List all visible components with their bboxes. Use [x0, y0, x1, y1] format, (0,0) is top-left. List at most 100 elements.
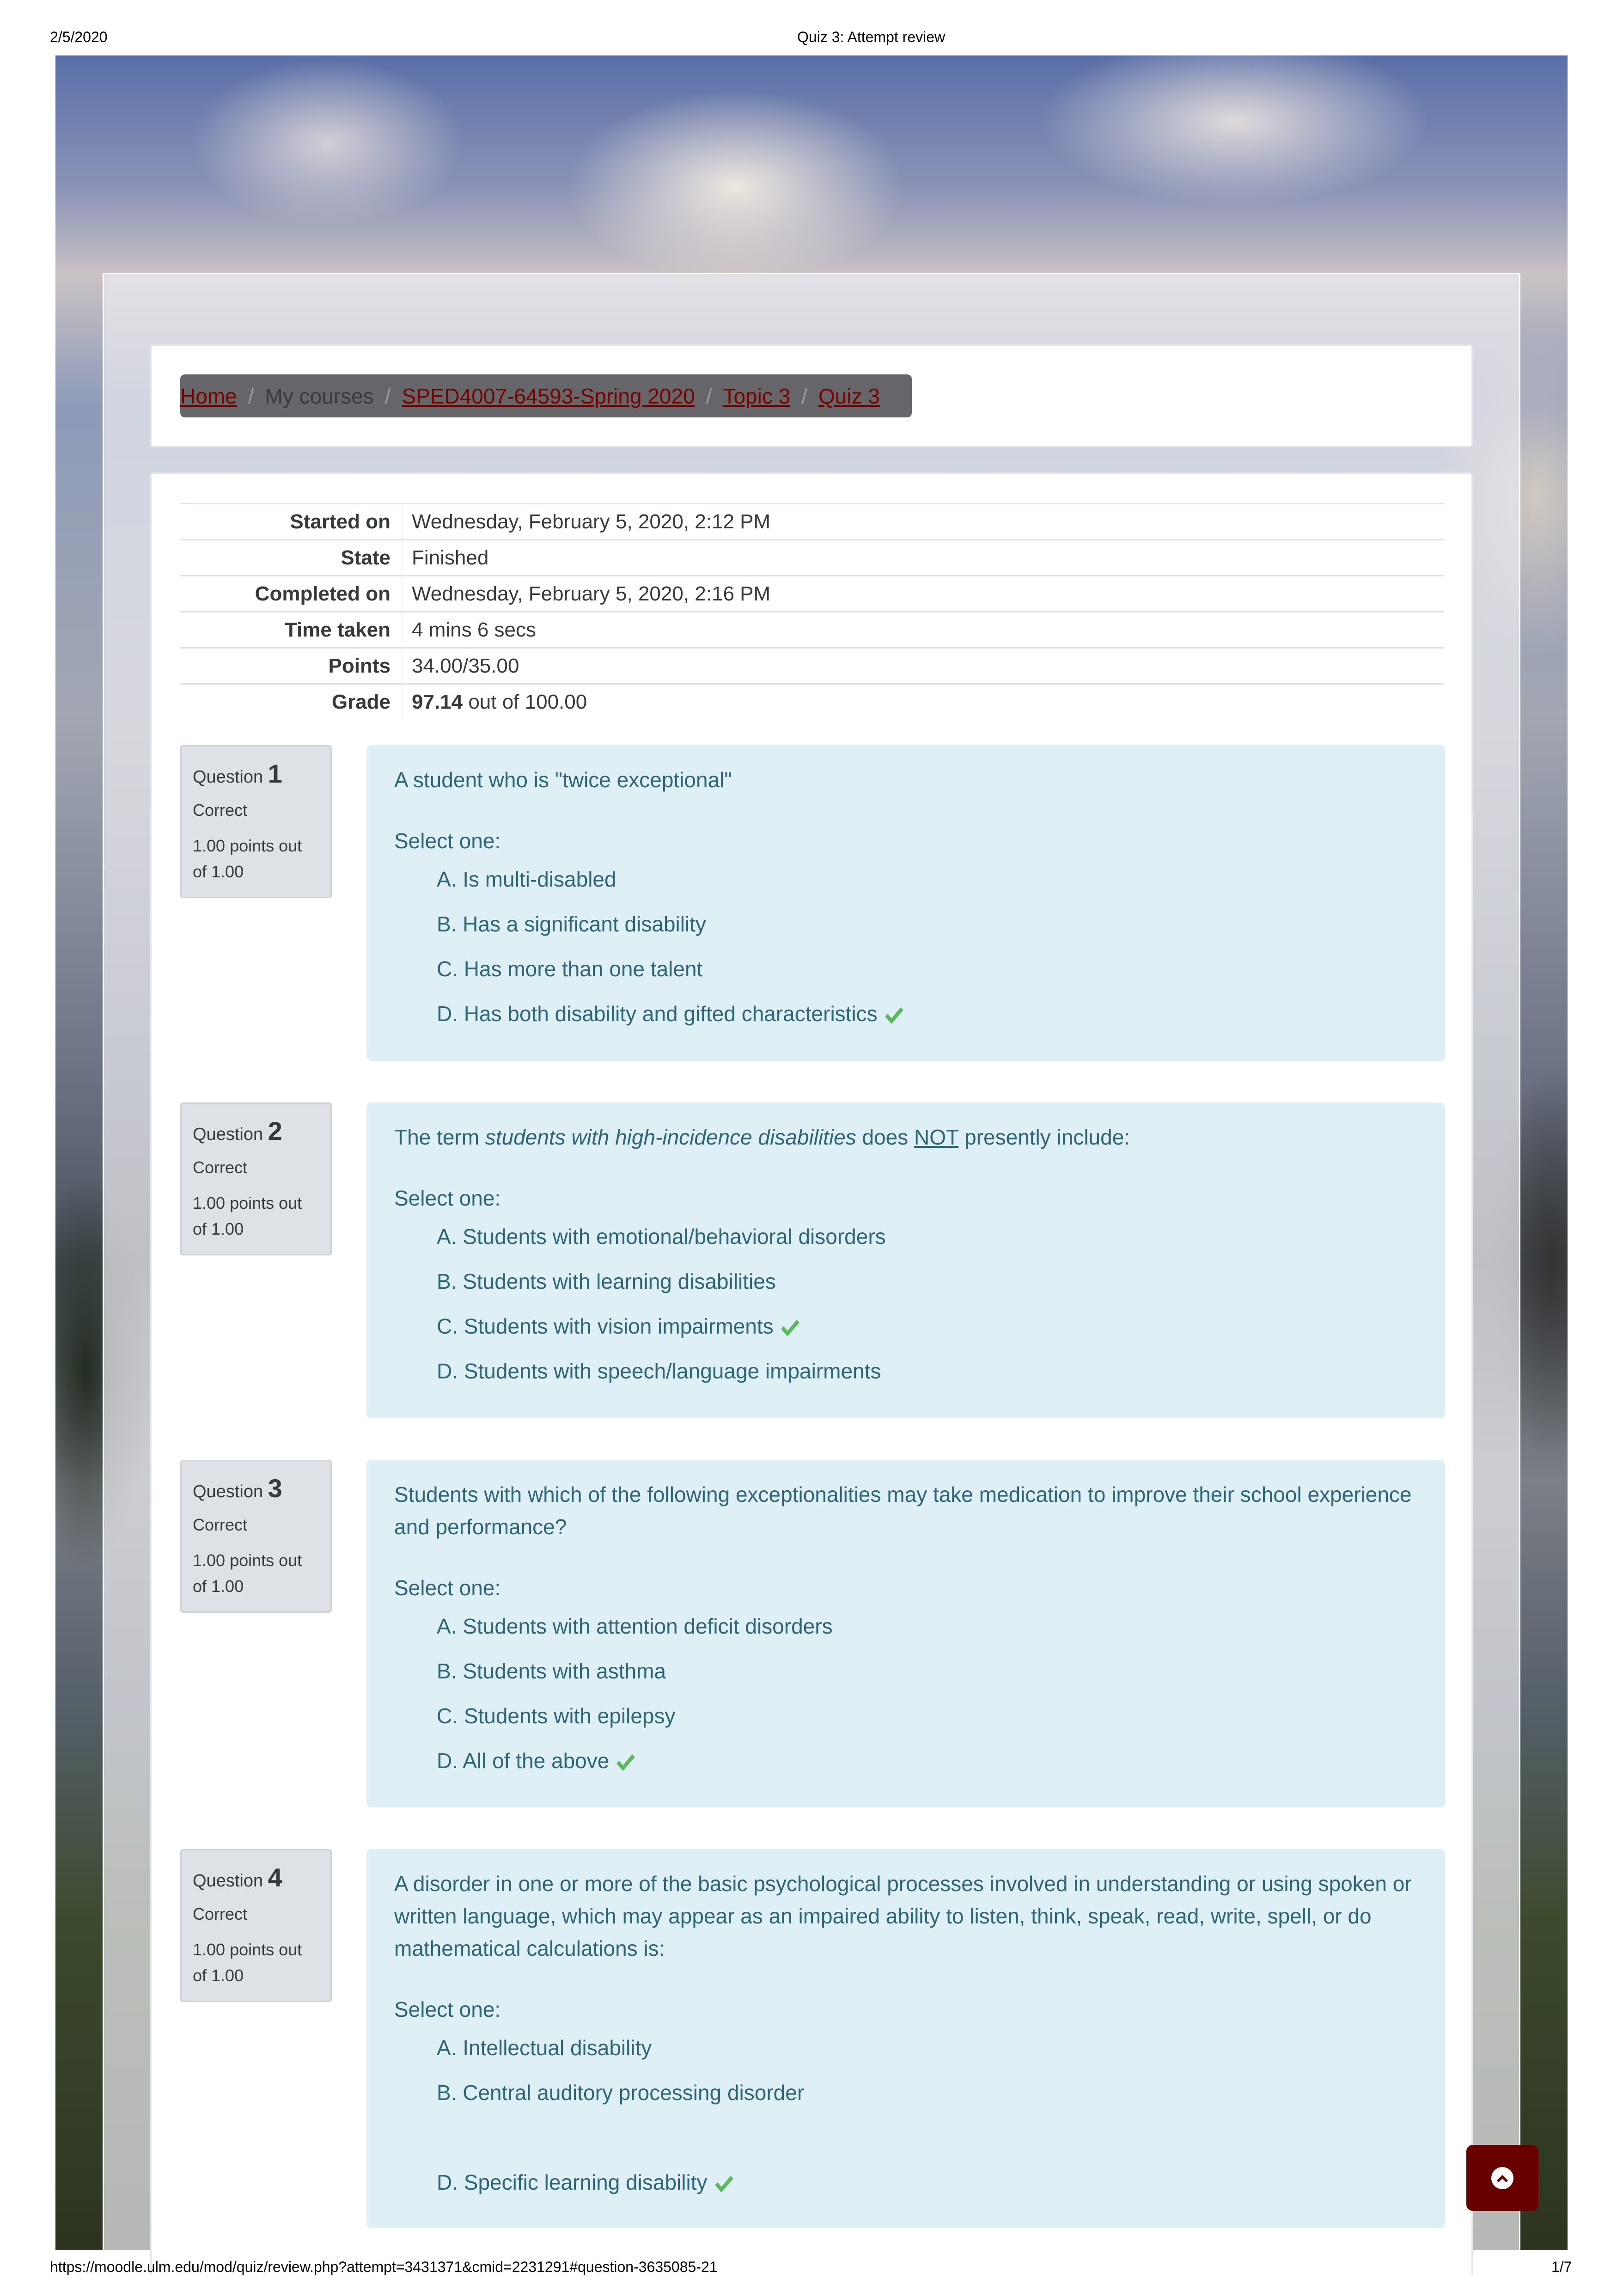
check-icon [781, 1319, 799, 1336]
answer-option: A. Students with emotional/behavioral di… [437, 1214, 1417, 1259]
answer-list: A. Is multi-disabled B. Has a significant… [437, 857, 1417, 1036]
breadcrumb-separator: / [706, 384, 712, 408]
answer-text: A. Students with attention deficit disor… [437, 1614, 833, 1638]
summary-value: Wednesday, February 5, 2020, 2:16 PM [402, 576, 1444, 612]
question-grade: 1.00 points out of 1.00 [193, 836, 302, 881]
answer-option: A. Intellectual disability [437, 2026, 1417, 2070]
question-label: Question [193, 1482, 263, 1501]
print-url: https://moodle.ulm.edu/mod/quiz/review.p… [50, 2259, 718, 2275]
breadcrumb-home[interactable]: Home [180, 384, 237, 409]
answer-text: B. Students with asthma [437, 1659, 666, 1683]
summary-row-time-taken: Time taken 4 mins 6 secs [180, 612, 1444, 648]
question-state: Correct [193, 1158, 248, 1177]
summary-label: Grade [331, 691, 390, 714]
question-number-value: 1 [268, 759, 282, 788]
question-info: Question 1 Correct 1.00 points out of 1.… [180, 745, 332, 898]
question-number-value: 4 [268, 1863, 282, 1892]
breadcrumb-separator: / [801, 384, 807, 408]
answer-text: C. Has more than one talent [437, 957, 703, 981]
answer-option: C. Students with epilepsy [437, 1694, 1417, 1739]
answer-option: D. Students with speech/language impairm… [437, 1349, 1417, 1394]
scroll-to-top-button[interactable] [1466, 2145, 1538, 2211]
summary-row-grade: Grade 97.14 out of 100.00 [180, 684, 1444, 720]
question-number: Question 2 [193, 1116, 319, 1146]
breadcrumb-quiz[interactable]: Quiz 3 [818, 384, 880, 409]
question-info: Question 2 Correct 1.00 points out of 1.… [180, 1102, 332, 1255]
question-state: Correct [193, 1904, 248, 1923]
question-label: Question [193, 767, 263, 787]
summary-label: State [341, 546, 390, 569]
answer-option: A. Is multi-disabled [437, 857, 1417, 902]
answer-option [437, 2115, 1417, 2160]
answer-option: B. Central auditory processing disorder [437, 2070, 1417, 2115]
select-one-prompt: Select one: [394, 829, 501, 853]
question-text: A disorder in one or more of the basic p… [394, 1872, 1412, 1960]
check-icon [714, 2175, 733, 2192]
question-label: Question [193, 1871, 263, 1891]
question-text-part: presently include: [958, 1125, 1130, 1149]
print-page-number: 1/7 [1551, 2259, 1572, 2275]
answer-text: B. Students with learning disabilities [437, 1269, 776, 1293]
print-date: 2/5/2020 [50, 29, 108, 45]
question-grade: 1.00 points out of 1.00 [193, 1194, 302, 1238]
answer-text: A. Students with emotional/behavioral di… [437, 1225, 886, 1249]
answer-option: A. Students with attention deficit disor… [437, 1604, 1417, 1649]
answer-option: B. Students with asthma [437, 1649, 1417, 1694]
summary-label: Started on [290, 510, 390, 533]
summary-value: 97.14 out of 100.00 [402, 684, 1444, 720]
select-one-prompt: Select one: [394, 1576, 501, 1600]
check-icon [885, 1007, 903, 1024]
chevron-circle-up-icon [1491, 2167, 1513, 2189]
answer-text: A. Is multi-disabled [437, 867, 616, 891]
question-content: Students with which of the following exc… [366, 1460, 1445, 1807]
summary-value: 4 mins 6 secs [402, 612, 1444, 648]
select-one-prompt: Select one: [394, 1997, 501, 2021]
answer-list: A. Intellectual disability B. Central aud… [437, 2026, 1417, 2205]
question-text-italic: students with high-incidence disabilitie… [485, 1125, 856, 1149]
answer-list: A. Students with emotional/behavioral di… [437, 1214, 1417, 1394]
answer-option: D. Has both disability and gifted charac… [437, 992, 1417, 1036]
summary-label: Points [328, 654, 390, 677]
question-content: The term students with high-incidence di… [366, 1102, 1445, 1418]
answer-option: B. Students with learning disabilities [437, 1259, 1417, 1304]
breadcrumb-topic[interactable]: Topic 3 [723, 384, 790, 409]
print-title: Quiz 3: Attempt review [797, 29, 946, 45]
summary-label: Completed on [255, 582, 390, 605]
question-number: Question 4 [193, 1862, 319, 1892]
question-text-part: The term [394, 1125, 485, 1149]
question-text: The term students with high-incidence di… [394, 1121, 1417, 1153]
question-label: Question [193, 1125, 263, 1144]
answer-text: D. Has both disability and gifted charac… [437, 1002, 878, 1026]
question-content: A disorder in one or more of the basic p… [366, 1849, 1445, 2228]
summary-value: Finished [402, 539, 1444, 576]
answer-text: D. Specific learning disability [437, 2170, 708, 2194]
check-icon [616, 1754, 635, 1771]
summary-value: Wednesday, February 5, 2020, 2:12 PM [402, 503, 1444, 540]
question-state: Correct [193, 801, 248, 820]
question-content: A student who is "twice exceptional" Sel… [366, 745, 1445, 1061]
select-one-prompt: Select one: [394, 1186, 501, 1210]
summary-label: Time taken [284, 618, 390, 641]
question-number: Question 1 [193, 759, 319, 789]
breadcrumb-my-courses: My courses [265, 384, 374, 408]
answer-text: D. All of the above [437, 1749, 610, 1773]
grade-value: 97.14 [412, 691, 463, 714]
question-info: Question 3 Correct 1.00 points out of 1.… [180, 1460, 332, 1613]
question-text-part: does [856, 1125, 915, 1149]
answer-text: C. Students with epilepsy [437, 1704, 676, 1728]
answer-option: B. Has a significant disability [437, 902, 1417, 947]
answer-option: C. Students with vision impairments [437, 1304, 1417, 1349]
answer-text: C. Students with vision impairments [437, 1314, 774, 1338]
question-grade: 1.00 points out of 1.00 [193, 1551, 302, 1596]
question-number-value: 2 [268, 1116, 282, 1145]
answer-text: B. Has a significant disability [437, 912, 706, 936]
answer-text: B. Central auditory processing disorder [437, 2081, 805, 2105]
question-text: A student who is "twice exceptional" [394, 768, 732, 792]
summary-row-state: State Finished [180, 539, 1444, 576]
breadcrumb-separator: / [248, 384, 254, 408]
question-number-value: 3 [268, 1474, 282, 1503]
breadcrumb-separator: / [384, 384, 391, 408]
question-number: Question 3 [193, 1473, 319, 1503]
summary-row-points: Points 34.00/35.00 [180, 648, 1444, 684]
breadcrumb-course[interactable]: SPED4007-64593-Spring 2020 [402, 384, 695, 409]
